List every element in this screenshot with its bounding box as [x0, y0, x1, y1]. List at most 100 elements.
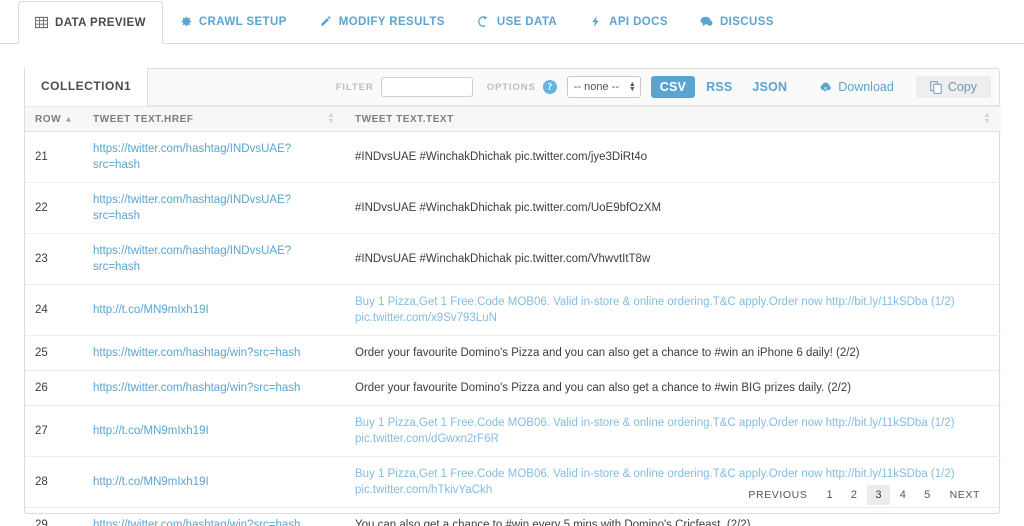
bolt-icon	[589, 15, 602, 28]
options-select-wrapper: -- none -- ▲ ▼	[566, 76, 641, 98]
pagination-page-5[interactable]: 5	[916, 485, 938, 505]
cell-href: https://twitter.com/hashtag/INDvsUAE?src…	[83, 233, 345, 285]
cell-row-number: 21	[25, 131, 83, 183]
cell-row-number: 28	[25, 456, 83, 508]
tab-discuss[interactable]: DISCUSS	[684, 0, 790, 43]
cell-href: https://twitter.com/hashtag/win?src=hash	[83, 507, 345, 526]
tweet-href-link[interactable]: https://twitter.com/hashtag/win?src=hash	[93, 519, 300, 526]
cell-href: https://twitter.com/hashtag/win?src=hash	[83, 335, 345, 371]
cell-row-number: 24	[25, 284, 83, 336]
pagination-previous[interactable]: PREVIOUS	[739, 485, 816, 505]
column-header-label: ROW	[35, 113, 62, 125]
tweet-href-link[interactable]: https://twitter.com/hashtag/win?src=hash	[93, 382, 300, 394]
filter-input[interactable]	[380, 77, 473, 97]
tweet-href-link[interactable]: https://twitter.com/hashtag/win?src=hash	[93, 347, 300, 359]
table-row: 21 https://twitter.com/hashtag/INDvsUAE?s…	[25, 131, 1001, 183]
cell-tweet-text: Buy 1 Pizza,Get 1 Free.Code MOB06. Valid…	[345, 405, 1001, 457]
options-select[interactable]: -- none --	[566, 76, 641, 98]
cell-row-number: 29	[25, 507, 83, 526]
cell-row-number: 27	[25, 405, 83, 457]
pagination-page-3[interactable]: 3	[867, 485, 890, 505]
tweet-href-link[interactable]: https://twitter.com/hashtag/INDvsUAE?src…	[93, 194, 291, 222]
column-header-text[interactable]: TWEET TEXT.TEXT ▲ ▼	[345, 106, 1001, 132]
tab-data-preview[interactable]: DATA PREVIEW	[18, 1, 163, 44]
cell-tweet-text: Buy 1 Pizza,Get 1 Free.Code MOB06. Valid…	[345, 284, 1001, 336]
tab-modify-results[interactable]: MODIFY RESULTS	[303, 0, 461, 43]
tweet-href-link[interactable]: https://twitter.com/hashtag/INDvsUAE?src…	[93, 143, 291, 171]
panel-toolbar: COLLECTION1 FILTER OPTIONS ? -- none -- …	[24, 67, 999, 106]
download-button[interactable]: Download	[808, 76, 904, 98]
cell-row-number: 22	[25, 182, 83, 234]
tab-label: DATA PREVIEW	[55, 16, 146, 29]
tab-label: MODIFY RESULTS	[338, 15, 445, 28]
table-row: 27 http://t.co/MN9mIxh19I Buy 1 Pizza,Get …	[25, 405, 1001, 457]
data-preview-page: DATA PREVIEW CRAWL SETUP MODIFY RESULTS …	[0, 0, 1024, 526]
table-row: 26 https://twitter.com/hashtag/win?src=ha…	[25, 370, 1001, 406]
table-row: 29 https://twitter.com/hashtag/win?src=ha…	[25, 507, 1001, 526]
grid-icon	[35, 16, 48, 29]
table-body: 21 https://twitter.com/hashtag/INDvsUAE?s…	[25, 131, 1001, 526]
table-row: 25 https://twitter.com/hashtag/win?src=ha…	[25, 335, 1001, 371]
cell-tweet-text: #INDvsUAE #WinchakDhichak pic.twitter.co…	[345, 233, 1001, 285]
cell-href: https://twitter.com/hashtag/INDvsUAE?src…	[83, 131, 345, 183]
filter-label: FILTER	[335, 81, 374, 93]
tab-crawl-setup[interactable]: CRAWL SETUP	[163, 0, 303, 43]
cell-tweet-text: Order your favourite Domino's Pizza and …	[345, 335, 1001, 371]
copy-icon	[929, 80, 942, 94]
options-label: OPTIONS	[486, 81, 536, 93]
main-tab-bar: DATA PREVIEW CRAWL SETUP MODIFY RESULTS …	[0, 0, 1024, 44]
cloud-download-icon	[818, 81, 832, 93]
tweet-href-link[interactable]: http://t.co/MN9mIxh19I	[93, 425, 209, 437]
tab-use-data[interactable]: USE DATA	[461, 0, 573, 43]
tab-label: CRAWL SETUP	[198, 15, 287, 28]
format-csv-button[interactable]: CSV	[650, 76, 696, 98]
tab-label: API DOCS	[609, 15, 668, 28]
question-mark-icon[interactable]: ?	[542, 80, 557, 94]
cell-tweet-text: #INDvsUAE #WinchakDhichak pic.twitter.co…	[345, 182, 1001, 234]
cell-row-number: 25	[25, 335, 83, 371]
pagination-page-2[interactable]: 2	[843, 485, 865, 505]
pagination: PREVIOUS 1 2 3 4 5 NEXT	[739, 485, 989, 505]
data-table: ROW ▲ TWEET TEXT.HREF ▲ ▼ TWEET TEXT.TEXT…	[25, 106, 1001, 526]
tab-label: DISCUSS	[719, 15, 774, 28]
copy-button[interactable]: Copy	[915, 76, 991, 98]
table-row: 22 https://twitter.com/hashtag/INDvsUAE?s…	[25, 182, 1001, 234]
format-json-button[interactable]: JSON	[743, 76, 796, 98]
pagination-page-1[interactable]: 1	[818, 485, 840, 505]
pagination-page-4[interactable]: 4	[892, 485, 914, 505]
table-row: 24 http://t.co/MN9mIxh19I Buy 1 Pizza,Get …	[25, 284, 1001, 336]
cell-tweet-text: Order your favourite Domino's Pizza and …	[345, 370, 1001, 406]
download-label: Download	[838, 80, 894, 94]
sort-ascending-icon: ▲	[64, 114, 73, 124]
comment-icon	[700, 15, 713, 28]
tweet-href-link[interactable]: https://twitter.com/hashtag/INDvsUAE?src…	[93, 245, 291, 273]
column-header-row[interactable]: ROW ▲	[25, 106, 83, 132]
column-header-label: TWEET TEXT.TEXT	[355, 113, 454, 125]
column-header-label: TWEET TEXT.HREF	[93, 113, 194, 125]
copy-label: Copy	[947, 80, 977, 94]
cell-href: https://twitter.com/hashtag/win?src=hash	[83, 370, 345, 406]
toolbar-actions: FILTER OPTIONS ? -- none -- ▲ ▼ CSV RSS J…	[336, 69, 999, 105]
collection-tab[interactable]: COLLECTION1	[24, 67, 149, 106]
cell-href: http://t.co/MN9mIxh19I	[83, 405, 345, 457]
tweet-href-link[interactable]: http://t.co/MN9mIxh19I	[93, 476, 209, 488]
cell-row-number: 23	[25, 233, 83, 285]
tab-label: USE DATA	[496, 15, 558, 28]
sort-none-icon: ▲ ▼	[327, 111, 335, 125]
tab-api-docs[interactable]: API DOCS	[573, 0, 684, 43]
table-row: 23 https://twitter.com/hashtag/INDvsUAE?s…	[25, 233, 1001, 285]
column-header-href[interactable]: TWEET TEXT.HREF ▲ ▼	[83, 106, 345, 132]
sort-none-icon: ▲ ▼	[983, 111, 991, 125]
pagination-next[interactable]: NEXT	[941, 485, 989, 505]
cell-tweet-text: You can also get a chance to #win every …	[345, 507, 1001, 526]
table-head: ROW ▲ TWEET TEXT.HREF ▲ ▼ TWEET TEXT.TEXT…	[25, 106, 1001, 132]
data-panel: COLLECTION1 FILTER OPTIONS ? -- none -- …	[24, 67, 1001, 526]
pencil-icon	[319, 15, 332, 28]
format-rss-button[interactable]: RSS	[697, 76, 741, 98]
cell-href: https://twitter.com/hashtag/INDvsUAE?src…	[83, 182, 345, 234]
tweet-href-link[interactable]: http://t.co/MN9mIxh19I	[93, 304, 209, 316]
cell-tweet-text: #INDvsUAE #WinchakDhichak pic.twitter.co…	[345, 131, 1001, 183]
cell-row-number: 26	[25, 370, 83, 406]
cell-href: http://t.co/MN9mIxh19I	[83, 284, 345, 336]
cell-href: http://t.co/MN9mIxh19I	[83, 456, 345, 508]
